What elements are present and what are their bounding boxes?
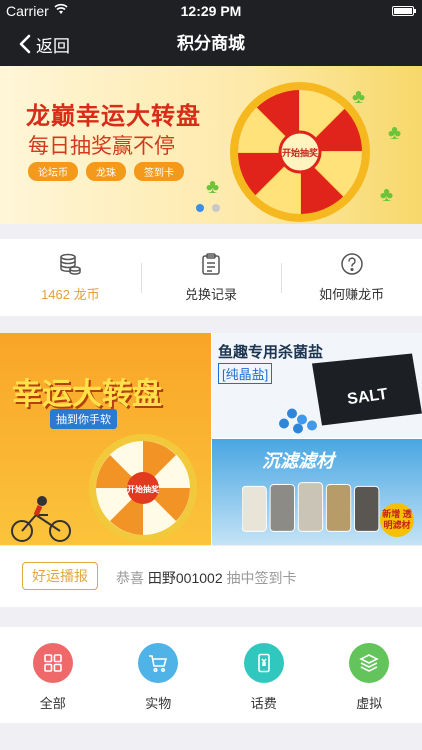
- lucky-wheel-promo-title: 幸运大转盘: [12, 378, 162, 411]
- status-bar: Carrier 12:29 PM: [0, 0, 422, 22]
- clipboard-icon: [202, 253, 220, 275]
- coins-balance-label: 1462 龙币: [41, 287, 100, 302]
- banner-tag: 龙珠: [86, 162, 126, 181]
- points-mall-screen: Carrier 12:29 PM 返回 积分商城 龙巅幸运大转盘 每日抽奖赢不停…: [0, 0, 422, 750]
- filter-media-image: [242, 482, 380, 532]
- category-phone-credit[interactable]: 话费: [211, 627, 317, 723]
- clock: 12:29 PM: [180, 3, 242, 19]
- banner-tags: 论坛币 龙珠 签到卡: [28, 162, 184, 181]
- lucky-wheel-promo-subtitle: 抽到你手软: [50, 409, 117, 429]
- category-label: 实物: [145, 696, 172, 711]
- category-all[interactable]: 全部: [0, 627, 106, 723]
- wheel-center-label: 开始抽奖: [282, 147, 319, 158]
- banner-tag: 论坛币: [28, 162, 78, 181]
- quick-actions-bar: 1462 龙币 兑换记录 如何赚龙币: [0, 239, 422, 316]
- banner-subtitle: 每日抽奖赢不停: [28, 135, 175, 158]
- exchange-history-label: 兑换记录: [185, 287, 238, 302]
- category-bar: 全部 实物 话费 虚拟: [0, 627, 422, 723]
- news-suffix: 抽中签到卡: [226, 570, 297, 586]
- question-icon: [340, 253, 363, 275]
- category-icon-circle: [32, 643, 73, 683]
- promo-section: 幸运大转盘 抽到你手软 开始抽奖 鱼趣专用杀菌盐 [纯晶盐] SALT 沉滤滤材…: [0, 333, 422, 607]
- grid-icon: [43, 654, 62, 672]
- clover-icon: ♣: [388, 122, 402, 144]
- prize-wheel-graphic: 开始抽奖: [230, 82, 370, 222]
- phone-icon: [257, 653, 270, 673]
- category-icon-circle: [349, 643, 390, 683]
- carousel-pagination: [196, 204, 220, 212]
- wheel-center-label: 开始抽奖: [127, 484, 160, 494]
- exchange-history-button[interactable]: 兑换记录: [140, 239, 282, 316]
- lucky-wheel-promo[interactable]: 幸运大转盘 抽到你手软 开始抽奖: [0, 333, 211, 545]
- prize-wheel-graphic: 开始抽奖: [89, 434, 197, 542]
- battery-icon: [392, 6, 416, 16]
- filter-media-promo[interactable]: 沉滤滤材 新增 透明滤材: [212, 439, 422, 545]
- filter-promo-title: 沉滤滤材: [262, 451, 334, 471]
- clover-icon: ♣: [352, 86, 366, 108]
- lucky-news-badge: 好运播报: [22, 562, 98, 590]
- salt-bag-image: SALT: [279, 353, 422, 434]
- banner-title: 龙巅幸运大转盘: [26, 103, 201, 130]
- clover-icon: ♣: [380, 184, 394, 206]
- banner-tag: 签到卡: [134, 162, 184, 181]
- salt-promo-tag: [纯晶盐]: [218, 363, 273, 384]
- category-label: 虚拟: [356, 696, 383, 711]
- cart-icon: [149, 655, 168, 673]
- how-to-earn-label: 如何赚龙币: [319, 287, 385, 302]
- salt-product-promo[interactable]: 鱼趣专用杀菌盐 [纯晶盐] SALT: [212, 333, 422, 438]
- page-title: 积分商城: [177, 34, 245, 53]
- clover-icon: ♣: [206, 176, 220, 198]
- page-indicator-dot[interactable]: [196, 204, 204, 212]
- category-virtual[interactable]: 虚拟: [317, 627, 422, 723]
- cyclist-illustration: [11, 496, 71, 542]
- category-label: 话费: [250, 696, 277, 711]
- page-indicator-dot[interactable]: [212, 204, 220, 212]
- news-prefix: 恭喜: [116, 570, 144, 586]
- category-icon-circle: [138, 643, 179, 683]
- navigation-bar: 返回 积分商城: [0, 22, 422, 66]
- coins-icon: [60, 253, 82, 275]
- category-physical[interactable]: 实物: [106, 627, 212, 723]
- layers-icon: [359, 654, 380, 672]
- how-to-earn-button[interactable]: 如何赚龙币: [281, 239, 422, 316]
- lucky-news-text: 恭喜 田野001002 抽中签到卡: [116, 568, 297, 588]
- banner-carousel[interactable]: 龙巅幸运大转盘 每日抽奖赢不停 论坛币 龙珠 签到卡 开始抽奖 ♣ ♣ ♣ ♣: [0, 66, 422, 224]
- news-username: 田野001002: [147, 570, 223, 586]
- category-icon-circle: [243, 643, 284, 683]
- category-label: 全部: [39, 696, 66, 711]
- lucky-news-ticker[interactable]: 好运播报 恭喜 田野001002 抽中签到卡: [0, 545, 422, 607]
- filter-promo-badge: 新增 透明滤材: [380, 503, 414, 537]
- coins-balance-button[interactable]: 1462 龙币: [0, 239, 141, 316]
